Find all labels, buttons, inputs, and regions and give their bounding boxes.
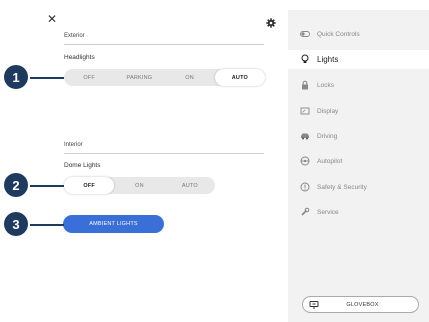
close-button[interactable]: ✕ [47, 13, 57, 25]
nav-item-display[interactable]: Display [300, 104, 338, 118]
gear-icon[interactable] [266, 18, 276, 28]
headlights-option-on[interactable]: ON [165, 69, 215, 86]
glovebox-button[interactable]: GLOVEBOX [302, 296, 419, 313]
display-icon [300, 106, 310, 116]
ambient-lights-button[interactable]: AMBIENT LIGHTS [63, 215, 164, 233]
dome-lights-option-auto[interactable]: AUTO [165, 177, 215, 194]
nav-item-label: Display [317, 107, 339, 115]
callout-3-badge: 3 [4, 212, 28, 236]
callout-1-line [30, 77, 64, 79]
glovebox-icon [309, 300, 319, 309]
toggle-icon [300, 29, 310, 39]
interior-divider [64, 153, 264, 154]
steering-wheel-icon [300, 156, 310, 166]
exterior-section-label: Exterior [64, 33, 85, 39]
interior-section-label: Interior [64, 142, 83, 148]
callout-2-line [30, 185, 64, 187]
car-icon [300, 131, 310, 141]
dome-lights-segmented-control[interactable]: OFF ON AUTO [64, 177, 215, 194]
nav-item-label: Safety & Security [317, 183, 367, 191]
headlights-label: Headlights [64, 54, 95, 61]
callout-3-line [30, 224, 64, 226]
nav-item-label: Quick Controls [317, 30, 360, 38]
headlights-option-parking[interactable]: PARKING [114, 69, 164, 86]
nav-item-label: Lights [317, 54, 339, 64]
dome-lights-label: Dome Lights [64, 162, 101, 169]
wrench-icon [300, 207, 310, 217]
nav-item-lights[interactable]: Lights [300, 52, 338, 66]
headlights-option-auto[interactable]: AUTO [214, 69, 265, 86]
nav-item-quick-controls[interactable]: Quick Controls [300, 27, 360, 41]
nav-item-autopilot[interactable]: Autopilot [300, 154, 342, 168]
nav-item-service[interactable]: Service [300, 205, 339, 219]
bulb-icon [300, 54, 310, 64]
callout-1-badge: 1 [4, 65, 28, 89]
dome-lights-option-on[interactable]: ON [114, 177, 164, 194]
nav-item-label: Locks [317, 81, 334, 89]
nav-item-driving[interactable]: Driving [300, 129, 337, 143]
nav-item-label: Driving [317, 132, 338, 140]
headlights-option-off[interactable]: OFF [64, 69, 114, 86]
dome-lights-option-off[interactable]: OFF [64, 177, 115, 194]
nav-item-label: Service [317, 208, 339, 216]
glovebox-label: GLOVEBOX [346, 301, 379, 308]
callout-2-badge: 2 [4, 173, 28, 197]
nav-item-safety-security[interactable]: Safety & Security [300, 180, 367, 194]
alert-icon [300, 182, 310, 192]
lock-icon [300, 80, 310, 90]
nav-item-label: Autopilot [317, 157, 343, 165]
nav-item-locks[interactable]: Locks [300, 78, 334, 92]
headlights-segmented-control[interactable]: OFF PARKING ON AUTO [64, 69, 265, 86]
exterior-divider [64, 44, 264, 45]
